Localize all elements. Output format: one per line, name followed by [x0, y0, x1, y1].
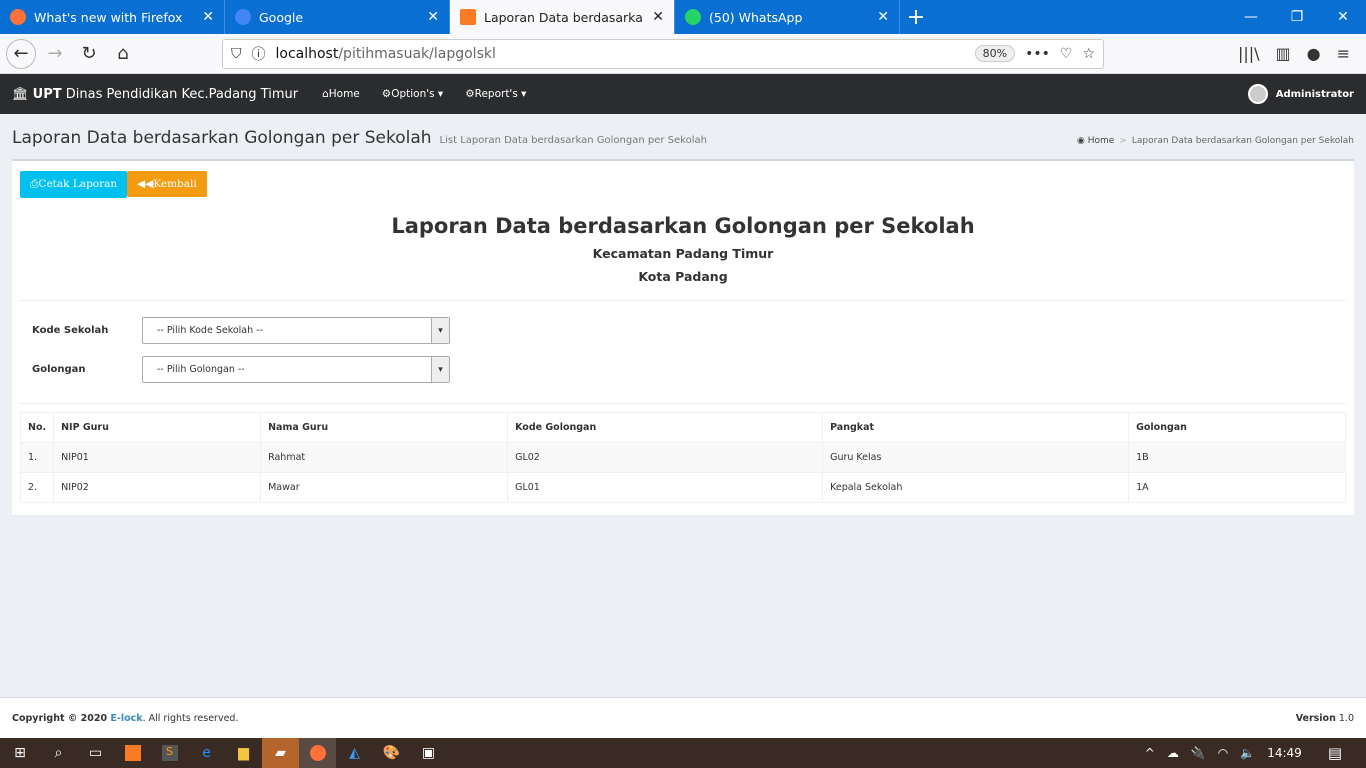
table-cell: GL01	[507, 472, 824, 503]
restore-button[interactable]: ❐	[1274, 0, 1320, 34]
report-city: Kota Padang	[638, 269, 728, 284]
table-cell: Rahmat	[260, 442, 509, 473]
google-icon	[235, 9, 251, 25]
pocket-icon[interactable]: ♡	[1060, 46, 1073, 62]
table-cell: 2.	[19, 472, 55, 503]
gear-icon: ⚙	[465, 88, 475, 100]
network-error-icon[interactable]: ☁	[1167, 746, 1179, 760]
dolphin-app-icon[interactable]: ◭	[336, 738, 373, 768]
new-tab-button[interactable]: +	[900, 0, 932, 34]
xampp-icon[interactable]	[114, 738, 151, 768]
close-tab-icon[interactable]: ✕	[877, 9, 889, 25]
reload-button[interactable]: ↻	[74, 39, 104, 69]
nav-reports[interactable]: ⚙Report's ▾	[465, 88, 526, 100]
close-tab-icon[interactable]: ✕	[652, 9, 664, 25]
table-cell: Kepala Sekolah	[822, 472, 1130, 503]
tab-whatsapp[interactable]: (50) WhatsApp ✕	[675, 0, 900, 34]
chevron-down-icon: ▾	[431, 357, 449, 382]
bookmark-star-icon[interactable]: ☆	[1082, 46, 1095, 62]
page-subtitle: List Laporan Data berdasarkan Golongan p…	[439, 135, 707, 146]
print-report-button[interactable]: ⎙Cetak Laporan	[20, 171, 128, 198]
whatsapp-icon	[685, 9, 701, 25]
report-table: No. NIP Guru Nama Guru Kode Golongan Pangkat…	[19, 412, 1346, 503]
chevron-down-icon: ▾	[431, 318, 449, 343]
navigation-bar: ← → ↻ ⌂ ⛉ ⓘ localhost/pitihmasuak/lapgols…	[0, 34, 1366, 74]
paint-icon[interactable]: 🎨	[373, 738, 410, 768]
kode-sekolah-select[interactable]: -- Pilih Kode Sekolah -- ▾	[142, 317, 450, 344]
table-cell: 1B	[1128, 442, 1346, 473]
volume-icon[interactable]: 🔈	[1240, 746, 1255, 760]
golongan-select[interactable]: -- Pilih Golongan -- ▾	[142, 356, 450, 383]
usb-drive-icon[interactable]: ▰	[262, 738, 299, 768]
search-icon[interactable]: ⌕	[40, 738, 77, 768]
table-cell: GL02	[507, 442, 824, 473]
nav-home[interactable]: ⌂Home	[322, 88, 360, 100]
user-menu[interactable]: Administrator	[1247, 84, 1354, 104]
brand-link[interactable]: 🏛 UPT Dinas Pendidikan Kec.Padang Timur	[12, 87, 298, 102]
home-button[interactable]: ⌂	[108, 39, 138, 69]
dashboard-icon: ◉	[1077, 136, 1085, 146]
nav-options[interactable]: ⚙Option's ▾	[382, 88, 443, 100]
shield-icon[interactable]: ⛉	[231, 46, 242, 62]
info-icon[interactable]: ⓘ	[252, 44, 266, 64]
wifi-icon[interactable]: ◠	[1218, 746, 1228, 760]
avatar	[1247, 84, 1268, 104]
browser-tab-strip: What's new with Firefox ✕ Google ✕ Laporan…	[0, 0, 1366, 34]
gear-icon: ⚙	[381, 88, 392, 100]
back-button[interactable]: ◀◀Kembali	[127, 171, 207, 197]
file-explorer-icon[interactable]: ▆	[225, 738, 262, 768]
firefox-icon[interactable]	[299, 738, 336, 768]
notification-icon[interactable]: ▤	[1328, 744, 1342, 762]
tab-google[interactable]: Google ✕	[225, 0, 450, 34]
home-icon: ⌂	[322, 88, 329, 100]
report-title: Laporan Data berdasarkan Golongan per Se…	[391, 214, 975, 238]
report-box: ⎙Cetak Laporan ◀◀Kembali Laporan Data ber…	[12, 159, 1354, 515]
table-cell: NIP02	[53, 472, 262, 503]
app-navbar: 🏛 UPT Dinas Pendidikan Kec.Padang Timur …	[0, 74, 1366, 114]
table-cell: Mawar	[260, 472, 509, 503]
url-bar[interactable]: ⛉ ⓘ localhost/pitihmasuak/lapgolskl 80% •…	[222, 38, 1104, 69]
windows-taskbar: ⊞ ⌕ ▭ S e ▆ ▰ ◭ 🎨 ▣ ^ ☁ 🔌 ◠ 🔈 14:49 ▤	[0, 738, 1366, 768]
close-tab-icon[interactable]: ✕	[427, 9, 439, 25]
breadcrumb-home[interactable]: Home	[1088, 136, 1115, 146]
task-view-icon[interactable]: ▭	[77, 738, 114, 768]
chevron-up-icon[interactable]: ^	[1145, 746, 1155, 760]
tab-firefox-whats-new[interactable]: What's new with Firefox ✕	[0, 0, 225, 34]
brand-link[interactable]: E-lock	[110, 713, 142, 724]
minimize-button[interactable]: —	[1228, 0, 1274, 34]
page-title: Laporan Data berdasarkan Golongan per Se…	[12, 128, 432, 148]
more-icon[interactable]: •••	[1025, 46, 1050, 62]
zoom-level[interactable]: 80%	[974, 45, 1016, 62]
table-cell: Guru Kelas	[822, 442, 1130, 473]
footer: Copyright © 2020 E-lock. All rights rese…	[0, 697, 1366, 738]
battery-icon[interactable]: 🔌	[1191, 746, 1206, 760]
xampp-icon	[460, 9, 476, 25]
menu-icon[interactable]: ≡	[1337, 44, 1350, 63]
windows-start-icon[interactable]: ⊞	[0, 738, 40, 768]
sublime-text-icon[interactable]: S	[151, 738, 188, 768]
command-prompt-icon[interactable]: ▣	[410, 738, 447, 768]
backward-icon: ◀◀	[137, 178, 154, 190]
breadcrumb: ◉ Home > Laporan Data berdasarkan Golongan…	[1077, 136, 1354, 146]
table-row: 1. NIP01 Rahmat GL02 Guru Kelas 1B	[19, 442, 1346, 473]
close-tab-icon[interactable]: ✕	[202, 9, 214, 25]
edge-icon[interactable]: e	[188, 738, 225, 768]
table-cell: 1.	[19, 442, 55, 473]
table-cell: NIP01	[53, 442, 262, 473]
sidebar-icon[interactable]: ▥	[1276, 44, 1291, 63]
close-window-button[interactable]: ✕	[1320, 0, 1366, 34]
table-row: 2. NIP02 Mawar GL01 Kepala Sekolah 1A	[19, 472, 1346, 503]
institution-icon: 🏛	[12, 86, 29, 102]
library-icon[interactable]: |||\	[1238, 44, 1260, 63]
forward-button[interactable]: →	[40, 39, 70, 69]
clock[interactable]: 14:49	[1267, 746, 1302, 760]
tab-laporan[interactable]: Laporan Data berdasarkan Golongan per Se…	[450, 0, 675, 34]
report-district: Kecamatan Padang Timur	[592, 246, 774, 261]
back-button[interactable]: ←	[6, 38, 36, 69]
table-cell: 1A	[1128, 472, 1346, 503]
profile-icon[interactable]: ●	[1307, 44, 1321, 63]
firefox-icon	[10, 9, 26, 25]
